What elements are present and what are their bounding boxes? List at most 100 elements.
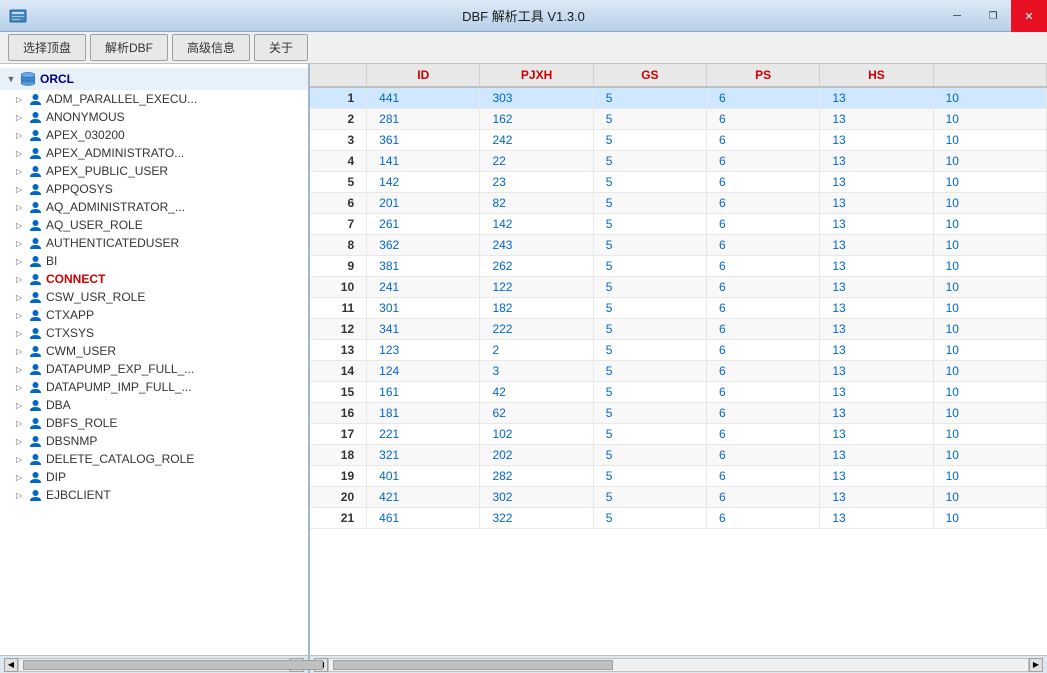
table-cell: 361 <box>367 130 480 151</box>
tree-item[interactable]: ▷ CONNECT <box>0 270 308 288</box>
table-cell: 302 <box>480 487 593 508</box>
table-cell: 10 <box>310 277 367 298</box>
table-row[interactable]: 9381262561310 <box>310 256 1047 277</box>
table-cell: 17 <box>310 424 367 445</box>
tab-parse-dbf[interactable]: 解析DBF <box>90 34 168 61</box>
tree-item[interactable]: ▷ CTXSYS <box>0 324 308 342</box>
data-table-wrap[interactable]: ID PJXH GS PS HS 14413035613102281162561… <box>310 64 1047 655</box>
minimize-button[interactable] <box>939 0 975 32</box>
table-row[interactable]: 620182561310 <box>310 193 1047 214</box>
tree-item[interactable]: ▷ DBFS_ROLE <box>0 414 308 432</box>
table-cell: 10 <box>933 487 1046 508</box>
tree-item[interactable]: ▷ APPQOSYS <box>0 180 308 198</box>
tree-item[interactable]: ▷ AQ_USER_ROLE <box>0 216 308 234</box>
tree-item[interactable]: ▷ APEX_PUBLIC_USER <box>0 162 308 180</box>
table-row[interactable]: 1618162561310 <box>310 403 1047 424</box>
tree-item[interactable]: ▷ APEX_ADMINISTRATO... <box>0 144 308 162</box>
table-row[interactable]: 1516142561310 <box>310 382 1047 403</box>
tree-scroll[interactable]: ▼ ORCL ▷ ADM_PARALLE <box>0 64 308 655</box>
tree-item-label: CWM_USER <box>46 344 116 358</box>
col-header-hs: HS <box>820 64 933 87</box>
tree-item[interactable]: ▷ APEX_030200 <box>0 126 308 144</box>
table-cell: 13 <box>820 277 933 298</box>
tree-item-label: AUTHENTICATEDUSER <box>46 236 179 250</box>
tab-about[interactable]: 关于 <box>254 34 308 61</box>
table-cell: 23 <box>480 172 593 193</box>
table-row[interactable]: 3361242561310 <box>310 130 1047 151</box>
table-row[interactable]: 10241122561310 <box>310 277 1047 298</box>
table-row[interactable]: 21461322561310 <box>310 508 1047 529</box>
tree-item[interactable]: ▷ DIP <box>0 468 308 486</box>
table-row[interactable]: 17221102561310 <box>310 424 1047 445</box>
user-icon <box>28 110 42 124</box>
table-cell: 5 <box>593 298 706 319</box>
tree-item-label: CTXAPP <box>46 308 94 322</box>
tree-item[interactable]: ▷ AUTHENTICATEDUSER <box>0 234 308 252</box>
tab-select-disk[interactable]: 选择顶盘 <box>8 34 86 61</box>
table-row[interactable]: 2281162561310 <box>310 109 1047 130</box>
tree-item[interactable]: ▷ DATAPUMP_EXP_FULL_... <box>0 360 308 378</box>
table-cell: 6 <box>707 319 820 340</box>
restore-button[interactable] <box>975 0 1011 32</box>
tree-item[interactable]: ▷ ANONYMOUS <box>0 108 308 126</box>
table-row[interactable]: 1441303561310 <box>310 87 1047 109</box>
table-row[interactable]: 8362243561310 <box>310 235 1047 256</box>
table-cell: 16 <box>310 403 367 424</box>
tree-item-label: DATAPUMP_EXP_FULL_... <box>46 362 194 376</box>
h-scroll-thumb-left[interactable] <box>23 660 323 670</box>
user-icon <box>28 308 42 322</box>
table-row[interactable]: 414122561310 <box>310 151 1047 172</box>
col-header-id: ID <box>367 64 480 87</box>
h-scroll-left-arrow[interactable]: ◀ <box>4 658 18 672</box>
tree-item-label: BI <box>46 254 57 268</box>
window-title: DBF 解析工具 V1.3.0 <box>462 6 585 25</box>
tree-item[interactable]: ▷ CWM_USER <box>0 342 308 360</box>
tree-item-label: DBFS_ROLE <box>46 416 117 430</box>
table-cell: 10 <box>933 403 1046 424</box>
table-cell: 13 <box>310 340 367 361</box>
h-scroll-data-right-arrow[interactable]: ▶ <box>1029 658 1043 672</box>
tree-item[interactable]: ▷ EJBCLIENT <box>0 486 308 504</box>
table-cell: 13 <box>820 298 933 319</box>
table-cell: 303 <box>480 87 593 109</box>
table-cell: 82 <box>480 193 593 214</box>
tree-item[interactable]: ▷ CTXAPP <box>0 306 308 324</box>
tree-item[interactable]: ▷ AQ_ADMINISTRATOR_... <box>0 198 308 216</box>
table-row[interactable]: 514223561310 <box>310 172 1047 193</box>
table-cell: 22 <box>480 151 593 172</box>
table-row[interactable]: 7261142561310 <box>310 214 1047 235</box>
table-row[interactable]: 18321202561310 <box>310 445 1047 466</box>
table-row[interactable]: 19401282561310 <box>310 466 1047 487</box>
tree-item[interactable]: ▷ DELETE_CATALOG_ROLE <box>0 450 308 468</box>
tree-item[interactable]: ▷ DBSNMP <box>0 432 308 450</box>
tree-root-row[interactable]: ▼ ORCL <box>0 68 308 90</box>
tab-advanced-info[interactable]: 高级信息 <box>172 34 250 61</box>
table-row[interactable]: 11301182561310 <box>310 298 1047 319</box>
table-cell: 10 <box>933 193 1046 214</box>
tree-item-arrow: ▷ <box>16 275 26 284</box>
table-row[interactable]: 12341222561310 <box>310 319 1047 340</box>
h-scroll-track-left[interactable] <box>18 658 290 672</box>
tree-item[interactable]: ▷ DBA <box>0 396 308 414</box>
table-cell: 6 <box>707 382 820 403</box>
user-icon <box>28 416 42 430</box>
table-row[interactable]: 131232561310 <box>310 340 1047 361</box>
table-cell: 441 <box>367 87 480 109</box>
tree-item[interactable]: ▷ BI <box>0 252 308 270</box>
tree-item-arrow: ▷ <box>16 473 26 482</box>
tree-item-arrow: ▷ <box>16 257 26 266</box>
table-cell: 20 <box>310 487 367 508</box>
table-row[interactable]: 141243561310 <box>310 361 1047 382</box>
table-cell: 6 <box>707 340 820 361</box>
h-scroll-track-right[interactable] <box>328 658 1029 672</box>
table-cell: 5 <box>593 277 706 298</box>
table-row[interactable]: 20421302561310 <box>310 487 1047 508</box>
table-cell: 141 <box>367 151 480 172</box>
close-button[interactable] <box>1011 0 1047 32</box>
tree-item-arrow: ▷ <box>16 131 26 140</box>
table-cell: 13 <box>820 487 933 508</box>
h-scroll-thumb-right[interactable] <box>333 660 613 670</box>
tree-item[interactable]: ▷ ADM_PARALLEL_EXECU... <box>0 90 308 108</box>
tree-item[interactable]: ▷ DATAPUMP_IMP_FULL_... <box>0 378 308 396</box>
tree-item[interactable]: ▷ CSW_USR_ROLE <box>0 288 308 306</box>
